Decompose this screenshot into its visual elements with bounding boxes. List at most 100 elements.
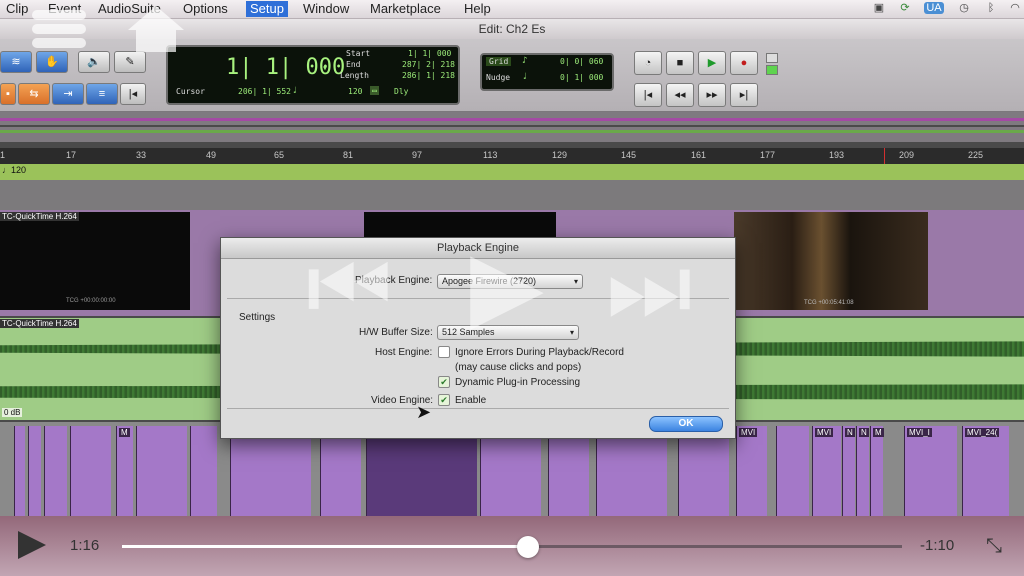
fast-forward-button[interactable]: ▸▸ (698, 83, 726, 107)
note-icon: ♩ (292, 86, 298, 96)
audio-clip[interactable] (44, 426, 67, 516)
online-button[interactable]: ◔ (634, 51, 662, 75)
home-icon[interactable] (128, 6, 184, 54)
menu-setup[interactable]: Setup (246, 1, 288, 17)
tempo-ruler[interactable]: ♩120 (0, 164, 1024, 180)
clip-name: MVI_I (907, 428, 932, 437)
clip-gain-label[interactable]: 0 dB (2, 408, 23, 417)
length-value[interactable]: 286| 1| 218 (402, 71, 455, 80)
record-button[interactable]: ● (730, 51, 758, 75)
delay-label[interactable]: Dly (394, 87, 408, 96)
audio-clip[interactable] (548, 426, 589, 516)
menu-window[interactable]: Window (299, 1, 353, 17)
grid-label[interactable]: Grid (486, 57, 512, 66)
ruler-tick: 81 (343, 150, 354, 160)
rewind-button[interactable]: ◂◂ (666, 83, 694, 107)
ruler-tick: 193 (829, 150, 845, 160)
time-machine-icon[interactable]: ◷ (957, 2, 971, 14)
return-to-zero-button[interactable]: |◂ (634, 83, 662, 107)
play-overlay-icon[interactable]: ▶ (470, 238, 544, 334)
counter-dropdown-icon[interactable]: ▾ (322, 63, 328, 74)
audio-clip[interactable] (678, 426, 729, 516)
progress-fill (122, 545, 529, 548)
camera-icon[interactable]: ▣ (872, 2, 886, 14)
audio-clip[interactable]: N (842, 426, 855, 516)
chevron-down-icon: ▾ (569, 328, 574, 337)
snap-button[interactable]: |◂ (120, 83, 146, 105)
fullscreen-icon[interactable]: ⤡ (982, 534, 1006, 558)
grabber-tool-button[interactable]: ✋ (36, 51, 68, 73)
audio-clip[interactable] (776, 426, 809, 516)
audio-clip[interactable] (320, 426, 361, 516)
play-icon[interactable] (18, 531, 46, 559)
play-button[interactable]: ▶ (698, 51, 726, 75)
grid-note-icon: ♪ (522, 56, 528, 66)
wifi-icon[interactable]: ◠ (1008, 2, 1022, 14)
audio-clip[interactable] (70, 426, 111, 516)
chevron-down-icon: ▾ (573, 277, 578, 286)
menu-clip[interactable]: Clip (2, 1, 32, 17)
start-label: Start (346, 49, 371, 58)
end-value[interactable]: 287| 2| 218 (402, 60, 455, 69)
mouse-pointer-icon: ➤ (416, 402, 432, 422)
stop-button[interactable]: ■ (666, 51, 694, 75)
audio-clip[interactable] (136, 426, 187, 516)
zoom-tool-button[interactable]: ≋ (0, 51, 32, 73)
audio-clip[interactable] (230, 426, 311, 516)
video-frame-thumbnail[interactable]: TCG +00:05:41:08 (734, 212, 928, 310)
clip-name: N (859, 428, 869, 437)
audio-clip[interactable] (190, 426, 217, 516)
session-overview[interactable] (0, 112, 1024, 142)
video-enable-label: Enable (455, 395, 487, 406)
skip-back-icon[interactable]: ⏮ (306, 240, 392, 336)
audio-clip[interactable] (480, 426, 541, 516)
audio-clip[interactable]: MVI (736, 426, 767, 516)
video-clip[interactable]: TC-QuickTime H.264 TCG +00:00:00:00 (0, 212, 190, 310)
insert-mode-button[interactable]: ≡ (86, 83, 118, 105)
sync-icon[interactable]: ⟳ (898, 2, 912, 14)
audio-clip[interactable]: M (116, 426, 133, 516)
ok-button[interactable]: OK (649, 416, 723, 432)
cursor-label: Cursor (176, 87, 205, 96)
audio-clip[interactable]: N (856, 426, 869, 516)
go-to-end-button[interactable]: ▸| (730, 83, 758, 107)
audio-clip[interactable] (596, 426, 667, 516)
audio-clip[interactable]: M (870, 426, 884, 516)
video-timecode: TCG +00:05:41:08 (804, 300, 854, 306)
menu-help[interactable]: Help (460, 1, 495, 17)
progress-track[interactable] (122, 545, 902, 548)
audio-clip[interactable] (14, 426, 25, 516)
loop-indicator[interactable] (766, 53, 778, 63)
list-icon[interactable] (32, 6, 86, 50)
mode-button-1[interactable]: ▪ (0, 83, 16, 105)
video-clip-label: TC-QuickTime H.264 (0, 212, 79, 221)
nudge-value[interactable]: 0| 1| 000 (560, 73, 603, 82)
speaker-tool-button[interactable]: 🔈 (78, 51, 110, 73)
menu-marketplace[interactable]: Marketplace (366, 1, 445, 17)
tempo-map-icon[interactable]: ▭ (370, 86, 379, 95)
audio-clip[interactable]: MVI (812, 426, 841, 516)
tempo-marker[interactable]: ♩120 (2, 165, 26, 175)
audio-clip[interactable]: MVI_24( (962, 426, 1009, 516)
audio-clip[interactable] (366, 426, 477, 516)
ruler-tick: 145 (621, 150, 637, 160)
start-value[interactable]: 1| 1| 000 (408, 49, 451, 58)
link-mode-button[interactable]: ⇆ (18, 83, 50, 105)
menu-options[interactable]: Options (179, 1, 232, 17)
video-enable-checkbox[interactable]: ✔ (438, 394, 450, 406)
audio-clip[interactable] (28, 426, 41, 516)
tab-mode-button[interactable]: ⇥ (52, 83, 84, 105)
ruler-tick: 97 (412, 150, 423, 160)
bars-beats-ruler[interactable]: 1 17 33 49 65 81 97 113 129 145 161 177 … (0, 148, 1024, 165)
dynamic-plugin-checkbox[interactable]: ✔ (438, 376, 450, 388)
user-badge-icon[interactable]: UA (924, 2, 944, 14)
pencil-tool-button[interactable]: ✎ (114, 51, 146, 73)
bluetooth-icon[interactable]: ᛒ (984, 2, 998, 14)
audio-clip[interactable]: MVI_I (904, 426, 957, 516)
skip-forward-icon[interactable]: ⏭ (606, 240, 692, 336)
divider (227, 408, 729, 409)
nudge-label[interactable]: Nudge (486, 73, 510, 82)
tempo-value[interactable]: 120 (348, 87, 362, 96)
grid-value[interactable]: 0| 0| 060 (560, 57, 603, 66)
ignore-errors-checkbox[interactable] (438, 346, 450, 358)
